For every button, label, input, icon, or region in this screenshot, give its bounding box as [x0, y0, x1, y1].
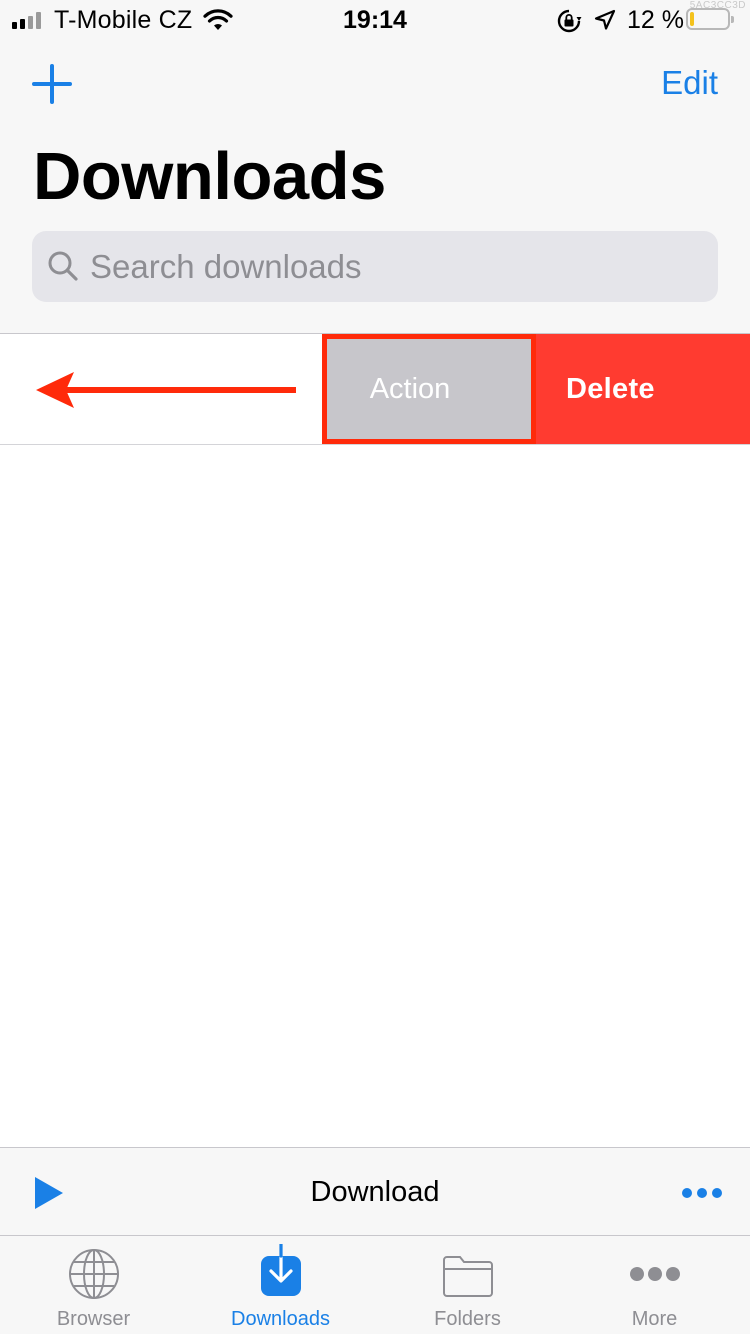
- tab-label: Folders: [434, 1308, 501, 1330]
- globe-icon: [68, 1249, 119, 1299]
- tab-browser[interactable]: Browser: [0, 1236, 187, 1334]
- action-button[interactable]: Action: [322, 334, 536, 444]
- action-button-label: Action: [369, 372, 451, 405]
- location-icon: [594, 9, 616, 30]
- search-icon: [48, 251, 78, 281]
- header: Edit Downloads: [0, 40, 750, 334]
- tab-label: Downloads: [231, 1308, 330, 1330]
- signal-icon: [12, 11, 41, 29]
- wifi-icon: [203, 9, 233, 30]
- carrier-name: T-Mobile CZ: [54, 6, 193, 34]
- tab-more[interactable]: More: [561, 1236, 748, 1334]
- add-button[interactable]: [32, 64, 72, 104]
- play-icon[interactable]: [34, 1176, 64, 1210]
- delete-button[interactable]: Delete: [536, 334, 750, 444]
- status-bar: T-Mobile CZ 19:14 12 % 5AC3CC3D: [0, 0, 750, 40]
- tab-bar: Browser Downloads Folders More: [0, 1235, 750, 1334]
- tab-folders[interactable]: Folders: [374, 1236, 561, 1334]
- tab-downloads[interactable]: Downloads: [187, 1236, 374, 1334]
- more-icon: [629, 1267, 680, 1281]
- player-title: Download: [310, 1176, 440, 1208]
- player-bar: Download: [0, 1147, 750, 1236]
- download-row-swiped[interactable]: Action Delete: [0, 334, 750, 445]
- edit-button[interactable]: Edit: [661, 64, 718, 102]
- page-title: Downloads: [33, 139, 386, 214]
- folder-icon: [442, 1256, 493, 1297]
- watermark: 5AC3CC3D: [689, 0, 746, 11]
- tab-label: More: [631, 1308, 678, 1330]
- rotation-lock-icon: [557, 9, 582, 33]
- player-more-icon[interactable]: [682, 1188, 722, 1198]
- battery-percent: 12 %: [627, 6, 684, 34]
- battery-icon: [686, 8, 734, 30]
- swipe-left-arrow-icon: [36, 372, 296, 408]
- delete-button-label: Delete: [566, 372, 655, 405]
- search-input[interactable]: [90, 231, 700, 302]
- download-icon: [260, 1244, 301, 1296]
- search-bar[interactable]: [32, 231, 718, 302]
- downloads-screen: T-Mobile CZ 19:14 12 % 5AC3CC3D Edit Dow…: [0, 0, 750, 1334]
- tab-label: Browser: [56, 1308, 131, 1330]
